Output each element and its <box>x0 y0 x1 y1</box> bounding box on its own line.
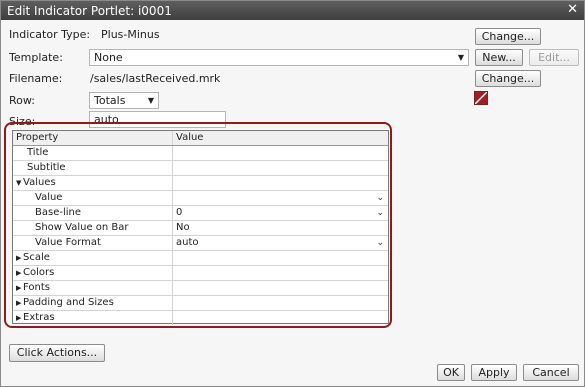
property-value[interactable] <box>173 281 388 295</box>
property-value: auto <box>176 237 199 248</box>
table-row[interactable]: ▶ Scale <box>13 251 388 266</box>
indicator-type-label: Indicator Type: <box>9 28 91 41</box>
property-table: Property Value Title Subtitle ▼ Values V… <box>12 130 389 326</box>
property-group-name: Scale <box>23 252 50 263</box>
property-group-name: Extras <box>23 312 55 323</box>
expanded-triangle-icon[interactable]: ▼ <box>16 176 23 190</box>
swatch-diagonal-icon <box>475 92 487 104</box>
property-name: Value Format <box>35 237 101 248</box>
property-name: Show Value on Bar <box>35 222 129 233</box>
table-row[interactable]: Value Format auto ⌄ <box>13 236 388 251</box>
property-value[interactable]: No <box>173 221 388 235</box>
property-value: 0 <box>176 207 183 218</box>
property-value[interactable] <box>173 176 388 190</box>
header-value: Value <box>176 132 204 143</box>
property-value[interactable] <box>173 311 388 325</box>
template-select-value: None <box>94 51 123 64</box>
chevron-down-icon[interactable]: ⌄ <box>376 236 384 250</box>
header-property: Property <box>16 132 59 143</box>
title-bar: Edit Indicator Portlet: i0001 ✕ <box>1 1 584 20</box>
ok-button[interactable]: OK <box>437 364 465 381</box>
property-panel: Property Value Title Subtitle ▼ Values V… <box>4 122 392 328</box>
table-header-row: Property Value <box>13 131 388 146</box>
property-name: Title <box>27 147 49 158</box>
property-group-name: Fonts <box>23 282 50 293</box>
new-template-button[interactable]: New... <box>475 49 523 66</box>
chevron-down-icon[interactable]: ⌄ <box>376 206 384 220</box>
row-label: Row: <box>9 94 35 107</box>
row-select[interactable]: Totals ▼ <box>89 92 159 109</box>
chevron-down-icon: ▼ <box>147 96 154 105</box>
color-swatch[interactable] <box>474 91 488 105</box>
table-row[interactable]: ▶ Extras <box>13 311 388 326</box>
change-type-button[interactable]: Change... <box>475 28 541 45</box>
filename-value: /sales/lastReceived.mrk <box>90 72 221 85</box>
property-value[interactable] <box>173 161 388 175</box>
template-label: Template: <box>9 51 63 64</box>
filename-label: Filename: <box>9 72 63 85</box>
dialog-title: Edit Indicator Portlet: i0001 <box>7 4 172 18</box>
change-filename-button[interactable]: Change... <box>475 70 541 87</box>
chevron-down-icon[interactable]: ⌄ <box>376 191 384 205</box>
table-row[interactable]: Base-line 0 ⌄ <box>13 206 388 221</box>
edit-template-button[interactable]: Edit... <box>529 49 579 66</box>
table-row[interactable]: Value ⌄ <box>13 191 388 206</box>
table-row[interactable]: ▶ Colors <box>13 266 388 281</box>
close-icon[interactable]: ✕ <box>567 2 578 17</box>
collapsed-triangle-icon[interactable]: ▶ <box>16 311 23 325</box>
click-actions-button[interactable]: Click Actions... <box>9 344 105 362</box>
property-group-name: Padding and Sizes <box>23 297 114 308</box>
indicator-type-value: Plus-Minus <box>101 28 160 41</box>
table-row[interactable]: ▼ Values <box>13 176 388 191</box>
table-row[interactable]: Title <box>13 146 388 161</box>
apply-button[interactable]: Apply <box>471 364 517 381</box>
property-group-name: Colors <box>23 267 55 278</box>
cancel-button[interactable]: Cancel <box>523 364 579 381</box>
table-row[interactable]: ▶ Padding and Sizes <box>13 296 388 311</box>
property-group-name: Values <box>23 177 56 188</box>
template-select[interactable]: None ▼ <box>89 49 469 66</box>
table-row[interactable]: Subtitle <box>13 161 388 176</box>
property-value[interactable] <box>173 251 388 265</box>
property-value[interactable] <box>173 266 388 280</box>
property-name: Subtitle <box>27 162 66 173</box>
property-value[interactable] <box>173 146 388 160</box>
row-select-value: Totals <box>94 94 126 107</box>
edit-indicator-dialog: Edit Indicator Portlet: i0001 ✕ Indicato… <box>0 0 585 387</box>
table-row[interactable]: Show Value on Bar No <box>13 221 388 236</box>
property-name: Value <box>35 192 63 203</box>
property-name: Base-line <box>35 207 82 218</box>
property-value[interactable] <box>173 296 388 310</box>
collapsed-triangle-icon[interactable]: ▶ <box>16 266 23 280</box>
table-row[interactable]: ▶ Fonts <box>13 281 388 296</box>
collapsed-triangle-icon[interactable]: ▶ <box>16 296 23 310</box>
collapsed-triangle-icon[interactable]: ▶ <box>16 251 23 265</box>
collapsed-triangle-icon[interactable]: ▶ <box>16 281 23 295</box>
chevron-down-icon: ▼ <box>457 53 464 62</box>
